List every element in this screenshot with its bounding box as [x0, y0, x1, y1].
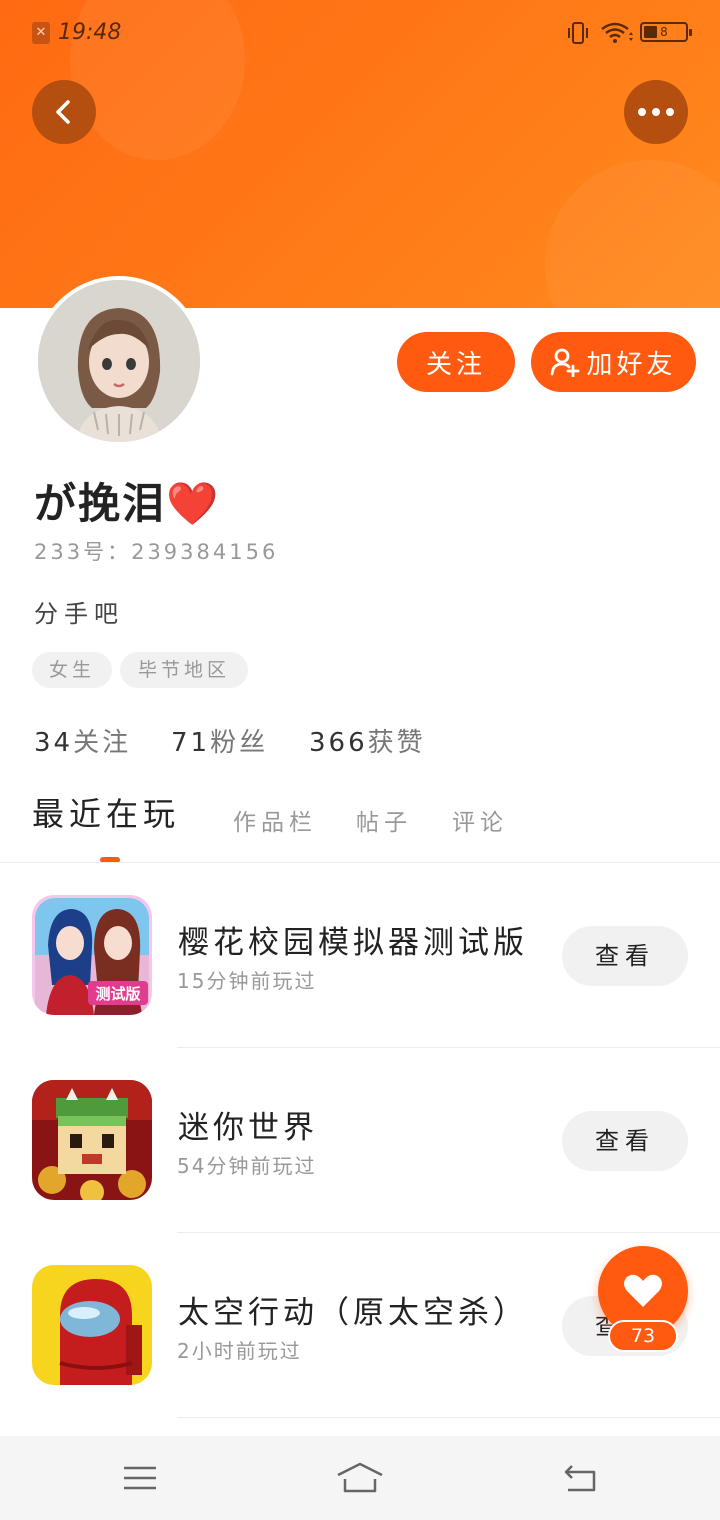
back-button[interactable]	[32, 80, 96, 144]
stat-number: 366	[309, 728, 368, 758]
vibrate-icon	[568, 22, 588, 44]
icon-badge-text: 测试版	[95, 985, 140, 1003]
list-item[interactable]: 迷你世界 54分钟前玩过 查看	[0, 1048, 720, 1233]
stat-label: 关注	[73, 728, 132, 758]
tab-comments[interactable]: 评论	[452, 803, 508, 837]
game-last-played: 54分钟前玩过	[177, 1154, 317, 1178]
stat-label: 获赞	[367, 728, 426, 758]
tag-region: 毕节地区	[120, 652, 248, 688]
stat-number: 34	[34, 728, 74, 758]
view-button[interactable]: 查看	[562, 926, 688, 986]
add-friend-button[interactable]: 加好友	[531, 332, 696, 392]
like-count: 73	[608, 1320, 678, 1352]
tab-recently-played[interactable]: 最近在玩	[32, 789, 180, 835]
username: が挽泪❤️	[34, 479, 221, 528]
status-time: 19:48	[58, 20, 122, 45]
stat-number: 71	[171, 728, 211, 758]
home-icon	[337, 1462, 383, 1493]
follow-button[interactable]: 关注	[397, 332, 515, 392]
battery-icon: 8	[640, 22, 692, 42]
game-title: 迷你世界	[178, 1110, 318, 1146]
tab-works[interactable]: 作品栏	[233, 803, 317, 837]
add-friend-label: 加好友	[586, 349, 677, 380]
decor-circle	[545, 160, 720, 308]
stat-likes[interactable]: 366获赞	[309, 722, 426, 759]
game-icon-space-action	[32, 1265, 152, 1385]
view-button[interactable]: 查看	[562, 1111, 688, 1171]
heart-icon	[624, 1274, 662, 1307]
tag-gender: 女生	[32, 652, 112, 688]
stat-following[interactable]: 34关注	[34, 722, 131, 759]
chevron-left-icon	[56, 100, 70, 124]
status-bar: ✕ 19:48 8	[0, 0, 720, 64]
back-icon	[564, 1465, 596, 1492]
game-title: 太空行动（原太空杀）	[178, 1295, 528, 1331]
stat-followers[interactable]: 71粉丝	[171, 722, 268, 759]
game-last-played: 15分钟前玩过	[177, 969, 317, 993]
game-title: 樱花校园模拟器测试版	[178, 925, 528, 961]
divider	[177, 1417, 720, 1418]
game-last-played: 2小时前玩过	[177, 1339, 302, 1363]
list-item[interactable]: 测试版 樱花校园模拟器测试版 15分钟前玩过 查看	[0, 863, 720, 1048]
add-user-icon	[551, 348, 580, 377]
game-icon-mini-world	[32, 1080, 152, 1200]
stat-label: 粉丝	[210, 728, 269, 758]
more-horizontal-icon	[638, 108, 674, 116]
avatar-image	[38, 280, 200, 442]
user-bio: 分手吧	[34, 600, 124, 628]
menu-icon	[124, 1466, 156, 1490]
tab-posts[interactable]: 帖子	[356, 803, 412, 837]
nav-back-button[interactable]	[550, 1456, 610, 1500]
user-id: 233号：239384156	[34, 540, 279, 564]
more-button[interactable]	[624, 80, 688, 144]
battery-level: 8	[660, 25, 668, 39]
nav-home-button[interactable]	[330, 1456, 390, 1500]
follow-label: 关注	[425, 349, 486, 380]
game-icon-sakura: 测试版	[32, 895, 152, 1015]
system-nav-bar	[0, 1436, 720, 1520]
no-sim-icon: ✕	[32, 22, 50, 44]
profile-header-banner: ✕ 19:48 8	[0, 0, 720, 308]
profile-tabs: 最近在玩 作品栏 帖子 评论	[0, 795, 720, 863]
wifi-icon	[601, 22, 633, 43]
nav-menu-button[interactable]	[110, 1456, 170, 1500]
avatar[interactable]	[34, 276, 204, 446]
